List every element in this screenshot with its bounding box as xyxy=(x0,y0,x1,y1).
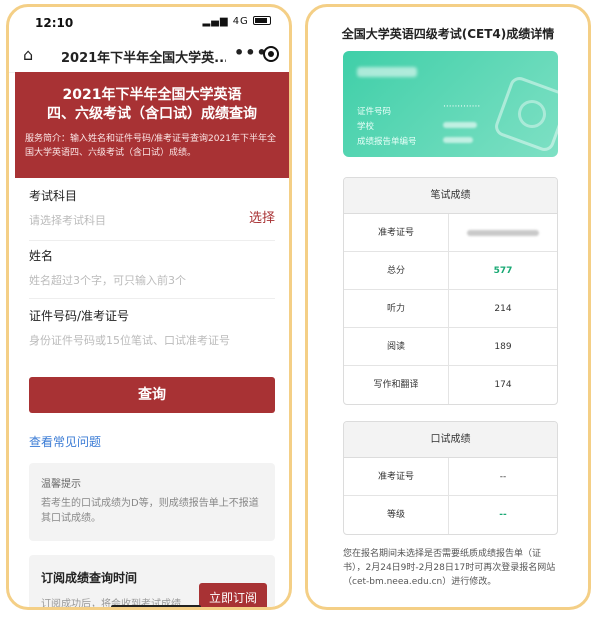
row-label: 总分 xyxy=(344,252,449,289)
oral-score-table: 口试成绩 准考证号 -- 等级 -- xyxy=(343,421,558,535)
card-school-redacted xyxy=(443,122,477,128)
faq-link[interactable]: 查看常见问题 xyxy=(29,433,101,450)
close-miniprogram-icon[interactable] xyxy=(263,46,279,62)
row-label: 阅读 xyxy=(344,328,449,365)
table-row: 准考证号 xyxy=(344,214,557,252)
oral-grade: -- xyxy=(499,510,507,520)
row-label: 等级 xyxy=(344,496,449,534)
status-time: 12:10 xyxy=(35,16,74,30)
battery-icon xyxy=(253,16,271,25)
query-banner: 2021年下半年全国大学英语 四、六级考试（含口试）成绩查询 服务简介：输入姓名… xyxy=(15,72,289,178)
row-value: 189 xyxy=(494,342,512,352)
subject-field[interactable]: 考试科目 请选择考试科目 选择 xyxy=(29,187,275,241)
card-id-label: 证件号码 xyxy=(357,107,392,117)
result-phone-screen: 全国大学英语四级考试(CET4)成绩详情 证件号码 ············· … xyxy=(305,4,591,610)
paper-report-note: 您在报名期间未选择是否需要纸质成绩报告单（证书），2月24日9时-2月28日17… xyxy=(343,549,556,587)
tip-box: 温馨提示 若考生的口试成绩为D等，则成绩报告单上不报道其口试成绩。 xyxy=(29,463,275,541)
subscribe-button[interactable]: 立即订阅 xyxy=(199,583,267,607)
table-row: 等级 -- xyxy=(344,496,557,534)
query-phone-screen: 12:10 ▂▄▆ 4G ⌂ 2021年下半年全国大学英... ••• 2021… xyxy=(6,4,292,610)
card-school-label: 学校 xyxy=(357,122,375,132)
row-value xyxy=(449,214,557,251)
card-report-redacted xyxy=(443,137,473,143)
row-label: 准考证号 xyxy=(344,214,449,251)
tip-body: 若考生的口试成绩为D等，则成绩报告单上不报道其口试成绩。 xyxy=(41,498,259,524)
id-label: 证件号码/准考证号 xyxy=(29,309,130,323)
table-row: 阅读 189 xyxy=(344,328,557,366)
table-row: 写作和翻译 174 xyxy=(344,366,557,404)
banner-title-line2: 四、六级考试（含口试）成绩查询 xyxy=(47,106,257,122)
subject-label: 考试科目 xyxy=(29,189,78,203)
subject-placeholder: 请选择考试科目 xyxy=(29,214,106,227)
candidate-name-redacted xyxy=(357,67,417,77)
id-input[interactable]: 身份证件号码或15位笔试、口试准考证号 xyxy=(29,332,275,348)
nav-bar: ⌂ 2021年下半年全国大学英... ••• xyxy=(9,37,289,73)
row-value: -- xyxy=(499,472,507,482)
table-row: 准考证号 -- xyxy=(344,458,557,496)
subject-select-button[interactable]: 选择 xyxy=(249,207,275,226)
status-bar: 12:10 ▂▄▆ 4G xyxy=(9,7,289,37)
name-label: 姓名 xyxy=(29,249,54,263)
name-input[interactable]: 姓名超过3个字，可只输入前3个 xyxy=(29,272,275,288)
card-report-label: 成绩报告单编号 xyxy=(357,137,417,147)
oral-header: 口试成绩 xyxy=(344,422,557,458)
query-button[interactable]: 查询 xyxy=(29,377,275,413)
tip-title: 温馨提示 xyxy=(41,479,81,490)
row-label: 准考证号 xyxy=(344,458,449,495)
banner-title-line1: 2021年下半年全国大学英语 xyxy=(62,87,242,103)
name-field[interactable]: 姓名 姓名超过3个字，可只输入前3个 xyxy=(29,247,275,299)
table-row: 听力 214 xyxy=(344,290,557,328)
network-label: 4G xyxy=(232,16,249,27)
candidate-card: 证件号码 ············· 学校 成绩报告单编号 xyxy=(343,51,558,157)
banner-description: 服务简介：输入姓名和证件号码/准考证号查询2021年下半年全国大学英语四、六级考… xyxy=(25,134,276,158)
written-score-table: 笔试成绩 准考证号 总分 577 听力 214 阅读 189 写作和翻译 174 xyxy=(343,177,558,405)
home-indicator xyxy=(111,605,201,607)
row-value: 174 xyxy=(494,380,512,390)
total-score: 577 xyxy=(493,266,513,276)
result-title: 全国大学英语四级考试(CET4)成绩详情 xyxy=(341,27,555,41)
row-label: 写作和翻译 xyxy=(344,366,449,404)
cet-badge-icon xyxy=(492,74,558,154)
id-field[interactable]: 证件号码/准考证号 身份证件号码或15位笔试、口试准考证号 xyxy=(29,307,275,357)
exam-id-redacted xyxy=(467,230,539,236)
table-row: 总分 577 xyxy=(344,252,557,290)
card-id-value: ············· xyxy=(443,102,481,112)
row-label: 听力 xyxy=(344,290,449,327)
written-header: 笔试成绩 xyxy=(344,178,557,214)
home-icon[interactable]: ⌂ xyxy=(23,45,33,64)
row-value: 214 xyxy=(494,304,512,314)
signal-icon: ▂▄▆ 4G xyxy=(202,16,271,27)
subscribe-desc: 订阅成功后，将会收到考试成绩 xyxy=(41,595,191,607)
nav-title: 2021年下半年全国大学英... xyxy=(61,51,226,66)
